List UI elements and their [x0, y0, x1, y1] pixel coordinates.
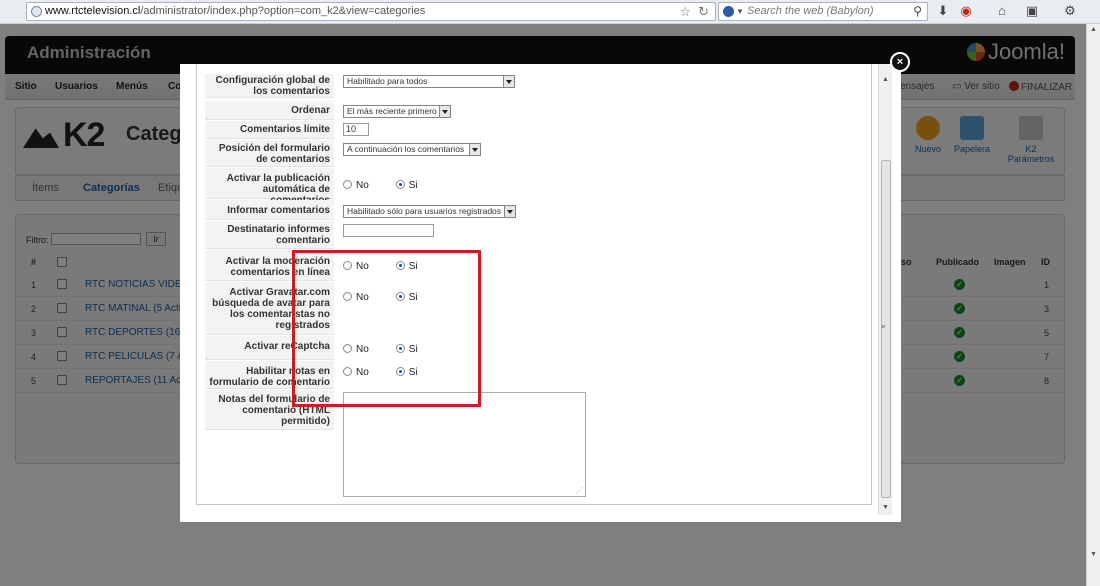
addon-icon[interactable]: ⚙	[1062, 3, 1078, 19]
url-host: www.rtctelevision.cl	[45, 5, 141, 17]
scroll-down-icon[interactable]: ▼	[1090, 551, 1097, 558]
chevron-down-icon	[504, 206, 515, 217]
record-icon[interactable]: ◉	[958, 3, 974, 19]
select-value: El más reciente primero	[347, 106, 437, 116]
field-label: Posición del formulario de comentarios	[205, 140, 334, 167]
home-icon[interactable]: ⌂	[994, 3, 1010, 19]
page-scrollbar[interactable]: ▲ ▼	[1086, 24, 1100, 586]
auto-publish-no-radio[interactable]	[343, 180, 352, 189]
close-button[interactable]: ×	[890, 52, 910, 72]
highlight-box	[292, 250, 481, 407]
search-input[interactable]: ▼ Search the web (Babylon) ⚲	[718, 2, 928, 21]
scroll-up-icon[interactable]: ▲	[882, 76, 889, 83]
form-notes-textarea[interactable]: ⋰	[343, 392, 586, 497]
scroll-down-icon[interactable]: ▼	[882, 504, 889, 511]
select-value: Habilitado sólo para usuarios registrado…	[347, 206, 502, 216]
chevron-down-icon	[503, 76, 514, 87]
bookmark-icon[interactable]: ▣	[1024, 3, 1040, 19]
order-select[interactable]: El más reciente primero	[343, 105, 451, 118]
report-comments-select[interactable]: Habilitado sólo para usuarios registrado…	[343, 205, 516, 218]
scroll-up-icon[interactable]: ▲	[1090, 26, 1097, 33]
category-params-modal: Configuración global de los comentarios …	[180, 64, 901, 522]
field-label: Informar comentarios	[205, 200, 334, 220]
search-icon[interactable]: ⚲	[913, 3, 922, 20]
browser-toolbar: www.rtctelevision.cl/administrator/index…	[0, 0, 1100, 24]
radio-label: Si	[408, 180, 418, 191]
search-engine-icon[interactable]	[723, 6, 734, 17]
chevron-down-icon	[439, 106, 450, 117]
address-bar[interactable]: www.rtctelevision.cl/administrator/index…	[26, 2, 716, 21]
globe-icon	[31, 6, 42, 17]
modal-scrollbar[interactable]: ▲ ≡ ▼	[878, 64, 892, 515]
download-icon[interactable]: ⬇	[935, 3, 951, 19]
global-comments-select[interactable]: Habilitado para todos	[343, 75, 515, 88]
field-label: Comentarios límite	[205, 121, 334, 139]
search-placeholder: Search the web (Babylon)	[747, 5, 874, 17]
select-value: A continuación los comentarios	[347, 144, 465, 154]
comments-limit-input[interactable]: 10	[343, 123, 369, 136]
chevron-down-icon[interactable]: ▼	[736, 3, 744, 20]
resize-handle-icon[interactable]: ⋰	[575, 486, 583, 495]
report-recipient-input[interactable]	[343, 224, 434, 237]
auto-publish-yes-radio[interactable]	[395, 180, 405, 189]
field-label: Configuración global de los comentarios	[205, 74, 334, 98]
form-position-select[interactable]: A continuación los comentarios	[343, 143, 481, 156]
reload-icon[interactable]: ↻	[698, 3, 709, 20]
url-path: /administrator/index.php?option=com_k2&v…	[140, 5, 426, 17]
star-icon[interactable]: ☆	[679, 3, 691, 20]
field-label: Activar la publicación automática de com…	[205, 168, 334, 206]
field-label: Ordenar	[205, 101, 334, 120]
chevron-down-icon	[469, 144, 480, 155]
close-icon: ×	[896, 56, 904, 68]
scroll-grip-icon: ≡	[881, 324, 886, 331]
field-label: Destinatario informes comentario	[205, 221, 334, 249]
radio-label: No	[356, 180, 369, 191]
select-value: Habilitado para todos	[347, 76, 428, 86]
